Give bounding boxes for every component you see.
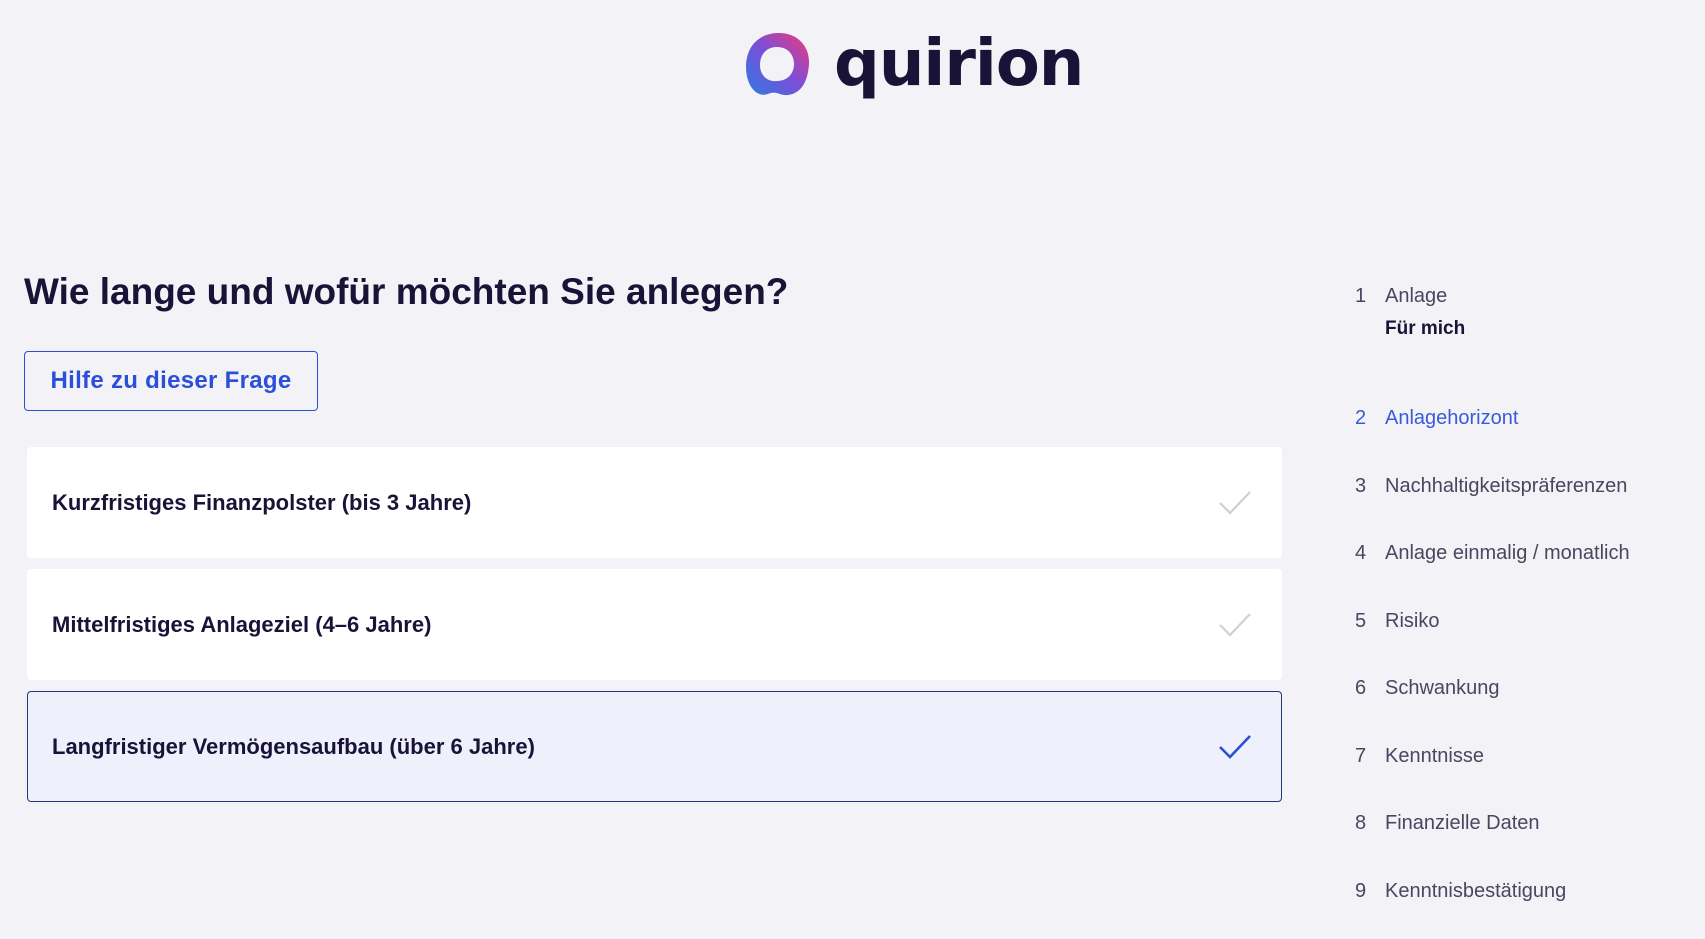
check-icon [1217, 611, 1253, 639]
step-anlage[interactable]: 1 Anlage Für mich [1355, 277, 1695, 399]
step-number: 8 [1355, 804, 1385, 842]
option-short-term[interactable]: Kurzfristiges Finanzpolster (bis 3 Jahre… [27, 447, 1282, 558]
step-number: 5 [1355, 602, 1385, 640]
step-number: 4 [1355, 534, 1385, 572]
step-label: Finanzielle Daten [1385, 804, 1540, 842]
step-kenntnisbestaetigung[interactable]: 9 Kenntnisbestätigung [1355, 872, 1695, 939]
step-number: 2 [1355, 399, 1385, 437]
step-number: 6 [1355, 669, 1385, 707]
step-number: 3 [1355, 467, 1385, 505]
step-anlagehorizont[interactable]: 2 Anlagehorizont [1355, 399, 1695, 467]
option-label: Kurzfristiges Finanzpolster (bis 3 Jahre… [52, 490, 471, 516]
step-label: Schwankung [1385, 669, 1500, 707]
quirion-logo-icon [740, 27, 814, 101]
brand-name: quirion [834, 32, 1083, 96]
option-label: Langfristiger Vermögensaufbau (über 6 Ja… [52, 734, 535, 760]
step-label: Kenntnisse [1385, 737, 1484, 775]
step-label: Nachhaltigkeitspräferenzen [1385, 467, 1627, 505]
step-risiko[interactable]: 5 Risiko [1355, 602, 1695, 670]
option-label: Mittelfristiges Anlageziel (4–6 Jahre) [52, 612, 431, 638]
step-nachhaltigkeit[interactable]: 3 Nachhaltigkeitspräferenzen [1355, 467, 1695, 535]
step-number: 1 [1355, 277, 1385, 315]
page-title: Wie lange und wofür möchten Sie anlegen? [24, 272, 788, 313]
step-kenntnisse[interactable]: 7 Kenntnisse [1355, 737, 1695, 805]
step-label: Anlage einmalig / monatlich [1385, 534, 1630, 572]
check-icon [1217, 489, 1253, 517]
option-long-term[interactable]: Langfristiger Vermögensaufbau (über 6 Ja… [27, 691, 1282, 802]
check-icon [1217, 733, 1253, 761]
step-label: Anlage [1385, 277, 1465, 315]
step-schwankung[interactable]: 6 Schwankung [1355, 669, 1695, 737]
step-label: Risiko [1385, 602, 1439, 640]
option-list: Kurzfristiges Finanzpolster (bis 3 Jahre… [27, 447, 1282, 813]
step-label: Anlagehorizont [1385, 399, 1518, 437]
option-medium-term[interactable]: Mittelfristiges Anlageziel (4–6 Jahre) [27, 569, 1282, 680]
step-label: Kenntnisbestätigung [1385, 872, 1566, 910]
step-finanzielle-daten[interactable]: 8 Finanzielle Daten [1355, 804, 1695, 872]
step-sublabel: Für mich [1385, 315, 1465, 343]
help-button[interactable]: Hilfe zu dieser Frage [24, 351, 318, 411]
step-anlage-einmalig-monatlich[interactable]: 4 Anlage einmalig / monatlich [1355, 534, 1695, 602]
progress-steps: 1 Anlage Für mich 2 Anlagehorizont 3 Nac… [1355, 277, 1695, 939]
quirion-logo[interactable]: quirion [740, 26, 1083, 102]
step-number: 9 [1355, 872, 1385, 910]
step-number: 7 [1355, 737, 1385, 775]
